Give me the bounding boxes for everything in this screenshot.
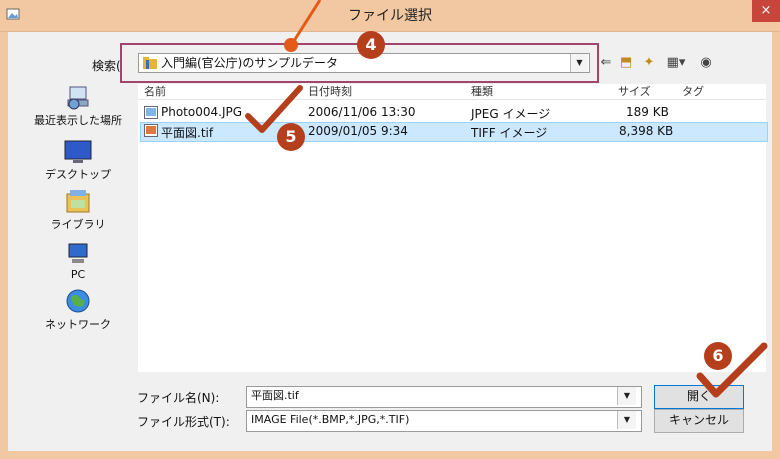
eye-icon[interactable]: ◉ [697,54,715,72]
window-title: ファイル選択 [348,8,432,24]
table-row[interactable]: Photo004.JPG 2006/11/06 13:30 JPEG イメージ … [140,104,766,122]
network-globe-icon [66,289,90,313]
sidebar-item-label: PC [70,268,86,281]
file-date: 2009/01/05 9:34 [308,124,408,138]
step-badge-5: 5 [277,123,305,151]
sidebar-item-desktop[interactable]: デスクトップ [24,140,132,182]
file-type-label: ファイル形式(T): [137,415,230,429]
sidebar-item-library[interactable]: ライブラリ [24,188,132,232]
column-header-tags[interactable]: タグ [682,84,704,100]
annotation-dot [284,38,298,52]
file-name: Photo004.JPG [161,105,243,119]
window-frame-right [772,32,780,459]
sidebar-item-label: ライブラリ [50,218,106,231]
sidebar-item-label: ネットワーク [45,318,111,331]
search-label: 検索( [92,59,121,73]
library-icon [66,190,90,213]
tif-file-icon [144,124,158,137]
file-date: 2006/11/06 13:30 [308,105,416,119]
sidebar-item-recent[interactable]: 最近表示した場所 [24,84,132,128]
sidebar-item-label: 最近表示した場所 [34,114,122,127]
column-header-name[interactable]: 名前 [144,84,166,100]
file-name-input[interactable]: 平面図.tif [246,386,642,408]
up-folder-icon[interactable]: ⬒ [617,54,635,72]
chevron-down-icon[interactable]: ▼ [617,387,636,405]
view-menu-icon[interactable]: ▦▾ [665,54,687,72]
table-row-selected[interactable]: 平面図.tif 2009/01/05 9:34 TIFF イメージ 8,398 … [140,122,768,142]
column-header-date[interactable]: 日付時刻 [308,84,352,100]
back-icon[interactable]: ⇐ [597,54,615,72]
step-badge-4: 4 [357,31,385,59]
cancel-button[interactable]: キャンセル [654,409,744,433]
computer-icon [68,243,88,263]
file-size: 8,398 KB [619,124,674,138]
file-type: JPEG イメージ [471,107,551,121]
new-folder-icon[interactable]: ✦ [640,54,658,72]
step-badge-6: 6 [704,342,732,370]
file-name-label: ファイル名(N): [137,391,220,405]
file-size: 189 KB [626,105,669,119]
desktop-icon [64,140,92,163]
file-type: TIFF イメージ [471,126,548,140]
chevron-down-icon[interactable]: ▼ [617,411,636,429]
file-list-header: 名前 日付時刻 種類 サイズ タグ [138,84,766,100]
window-frame-left [0,32,8,459]
sidebar-item-pc[interactable]: PC [24,242,132,281]
column-header-type[interactable]: 種類 [471,84,493,100]
close-button[interactable]: × [752,0,780,22]
recent-places-icon [67,86,89,110]
column-header-size[interactable]: サイズ [618,84,651,100]
open-button[interactable]: 開く [654,385,744,409]
sidebar-item-network[interactable]: ネットワーク [24,288,132,332]
sidebar-item-label: デスクトップ [45,168,111,181]
image-file-icon [144,106,158,119]
file-type-select[interactable]: IMAGE File(*.BMP,*.JPG,*.TIF) [246,410,642,432]
file-name: 平面図.tif [161,126,214,140]
window-frame-bottom [0,451,780,459]
